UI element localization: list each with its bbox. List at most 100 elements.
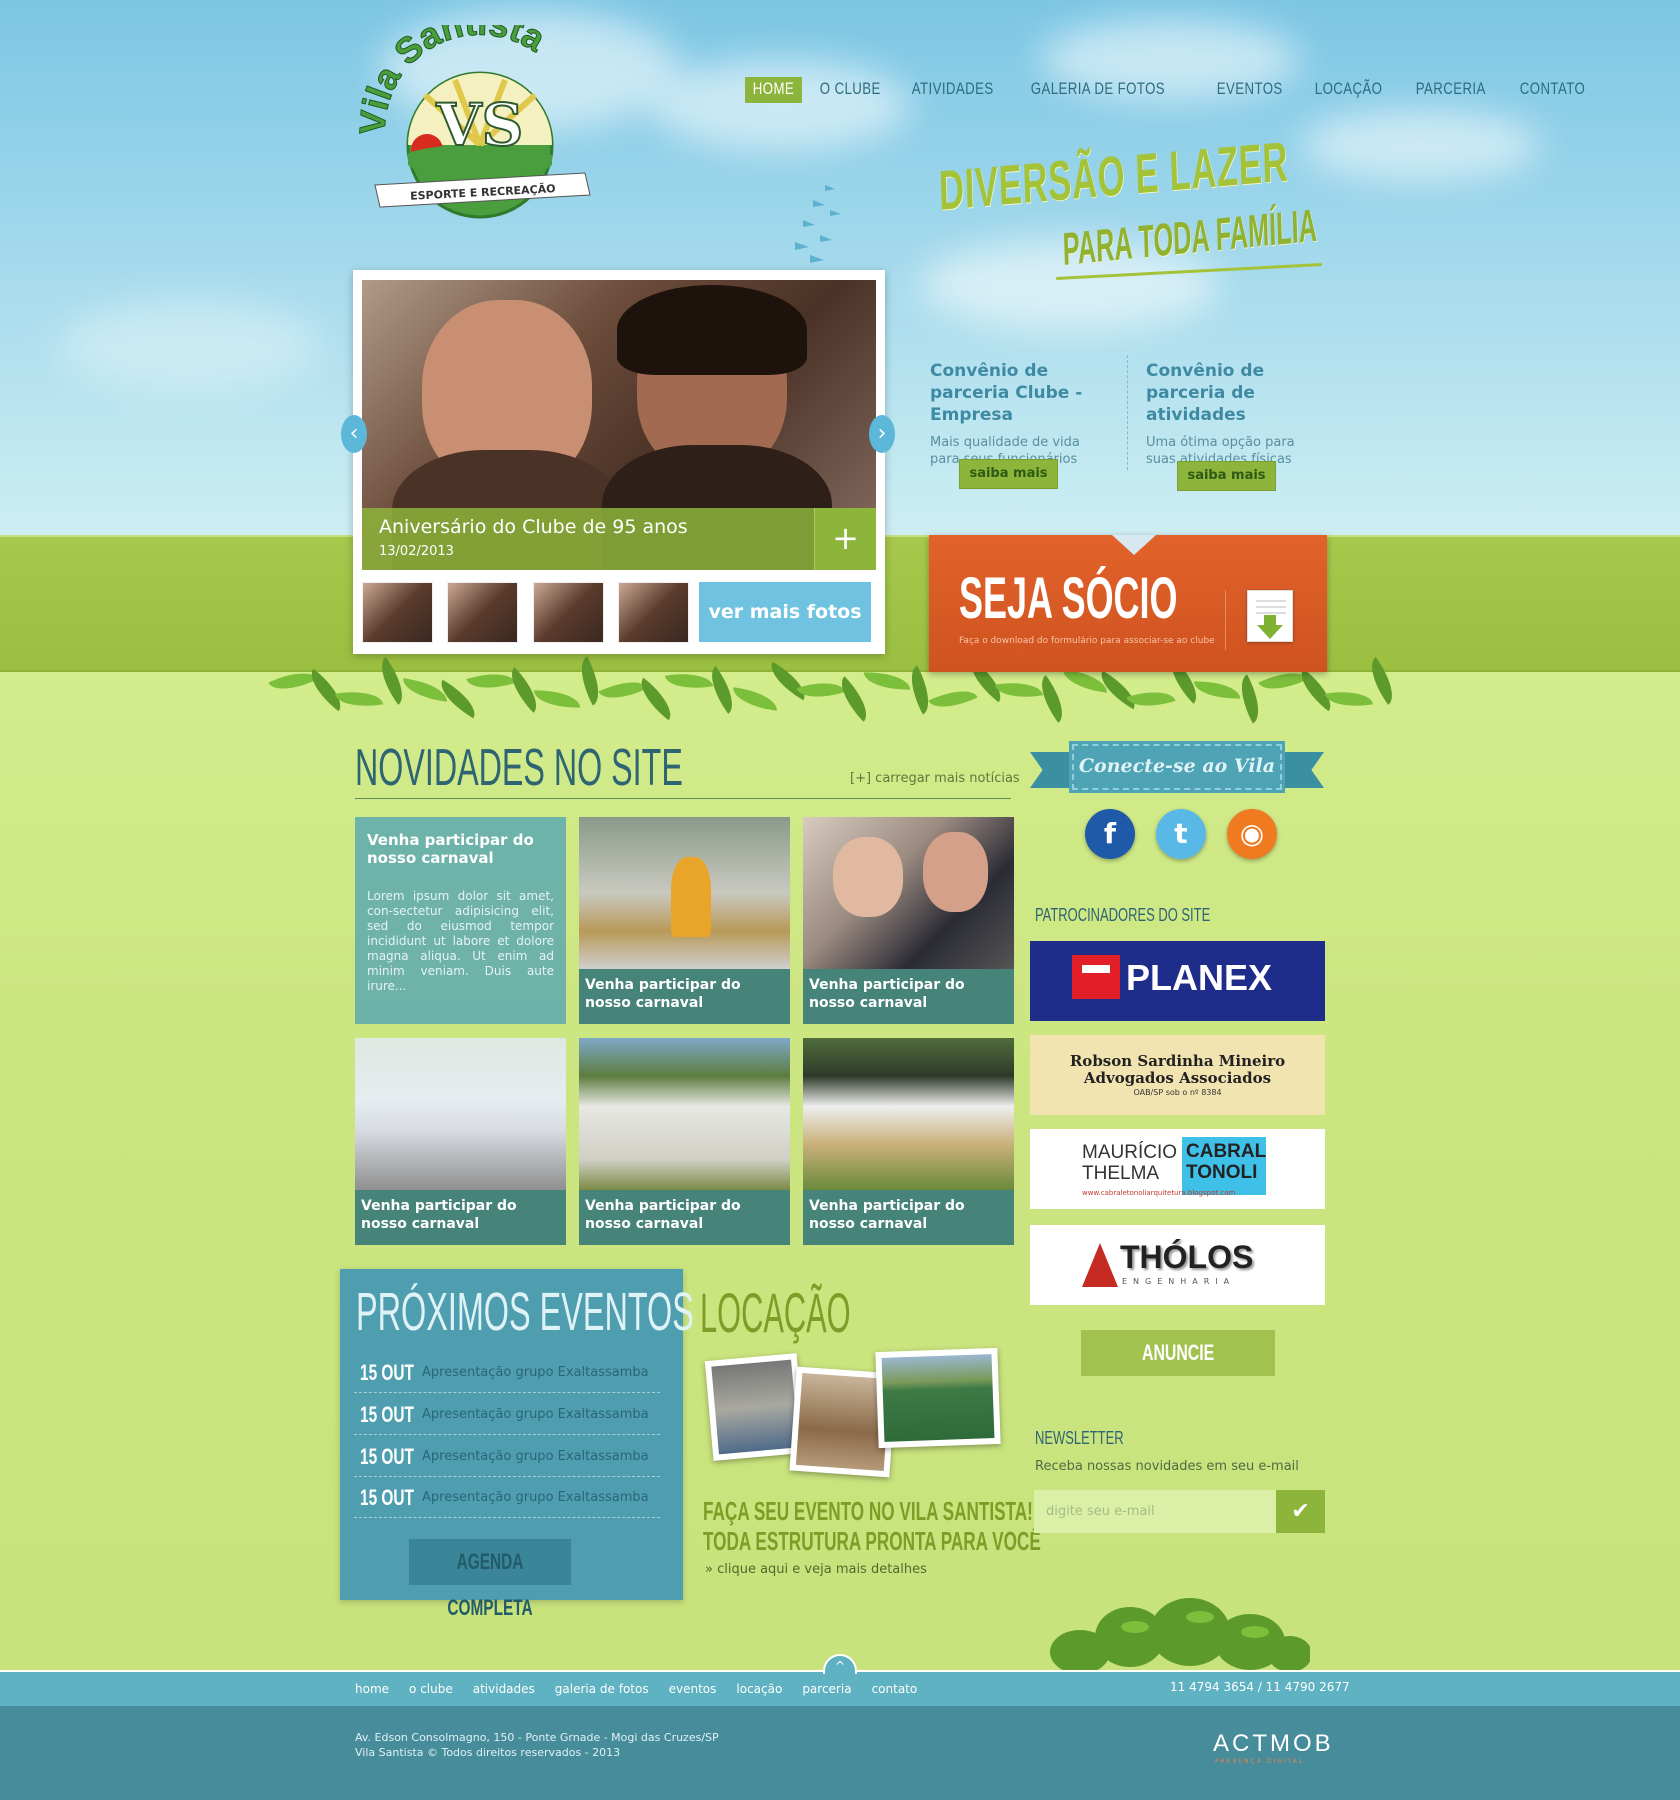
sponsor-cabral-url: www.cabraletonoliarquitetura.blogspot.co… (1082, 1189, 1236, 1197)
sponsor-cabral-line2: THELMA (1082, 1163, 1160, 1184)
slider-thumbnail[interactable] (447, 582, 518, 643)
twitter-icon[interactable]: t (1156, 809, 1206, 859)
news-card[interactable]: Venha participar do nosso carnaval (803, 1038, 1014, 1245)
news-card-featured[interactable]: Venha participar do nosso carnaval Lorem… (355, 817, 566, 1024)
vila-santista-logo[interactable]: VS Vila Santista ESPORTE E RECREAÇÃO (355, 25, 605, 235)
novidades-divider (355, 798, 1011, 799)
slider-plus-button[interactable]: + (814, 508, 876, 570)
nav-eventos[interactable]: EVENTOS (1209, 77, 1290, 103)
eventos-title: PRÓXIMOS EVENTOS (356, 1282, 694, 1342)
ver-mais-fotos-button[interactable]: ver mais fotos (699, 582, 871, 642)
footer-nav-atividades[interactable]: atividades (473, 1682, 535, 1696)
sponsor-cabral-tonoli[interactable]: MAURÍCIO THELMA CABRAL TONOLI www.cabral… (1030, 1129, 1325, 1209)
download-form-icon[interactable] (1247, 590, 1293, 642)
slider-prev-arrow-icon[interactable]: ‹ (341, 415, 367, 453)
nav-parceria[interactable]: PARCERIA (1408, 77, 1494, 103)
sponsor-planex[interactable]: PLANEX (1030, 941, 1325, 1021)
leaf-decoration (1324, 686, 1374, 712)
nav-galeria[interactable]: GALERIA DE FOTOS (1023, 77, 1173, 103)
event-date: 15 OUT (360, 1444, 414, 1469)
load-more-news-link[interactable]: [+] carregar mais notícias (850, 771, 1020, 786)
footer-nav-locacao[interactable]: locação (736, 1682, 782, 1696)
convenio-empresa: Convênio de parceria Clube - Empresa Mai… (930, 360, 1110, 468)
footer-nav-contato[interactable]: contato (872, 1682, 918, 1696)
saiba-mais-button-1[interactable]: saiba mais (959, 459, 1058, 489)
slider-thumbnail[interactable] (533, 582, 604, 643)
leaf-decoration (1031, 675, 1073, 723)
actmob-logo[interactable]: ACTMOB (1213, 1730, 1334, 1758)
event-desc: Apresentação grupo Exaltassamba (422, 1449, 649, 1464)
slider-thumbnail[interactable] (618, 582, 689, 643)
birds-icon (795, 185, 841, 263)
slider-next-arrow-icon[interactable]: › (869, 415, 895, 453)
event-row[interactable]: 15 OUT Apresentação grupo Exaltassamba (354, 1477, 660, 1518)
event-desc: Apresentação grupo Exaltassamba (422, 1365, 649, 1380)
locacao-details-link[interactable]: » clique aqui e veja mais detalhes (705, 1562, 927, 1577)
conecte-se-label: Conecte-se ao Vila (1078, 755, 1276, 777)
news-card[interactable]: Venha participar do nosso carnaval (803, 817, 1014, 1024)
locacao-heading-1: FAÇA SEU EVENTO NO VILA SANTISTA! (703, 1496, 1033, 1526)
footer-nav-o-clube[interactable]: o clube (409, 1682, 453, 1696)
slider-thumbnail[interactable] (362, 582, 433, 643)
leaf-decoration (664, 668, 714, 694)
rss-icon[interactable]: ◉ (1227, 809, 1277, 859)
newsletter-title: NEWSLETTER (1035, 1428, 1124, 1448)
footer-nav-parceria[interactable]: parceria (802, 1682, 851, 1696)
photo-slider: Aniversário do Clube de 95 anos 13/02/20… (353, 270, 885, 654)
news-card-title: Venha participar do nosso carnaval (355, 1190, 566, 1245)
convenio-atividades-title: Convênio de parceria de atividades (1146, 361, 1265, 425)
conecte-se-ribbon: Conecte-se ao Vila (1030, 741, 1324, 794)
nav-locacao[interactable]: LOCAÇÃO (1307, 77, 1390, 103)
proximos-eventos-panel: PRÓXIMOS EVENTOS 15 OUT Apresentação gru… (340, 1269, 694, 1620)
news-card-image (803, 1038, 1014, 1190)
event-desc: Apresentação grupo Exaltassamba (422, 1490, 649, 1505)
footer-nav-eventos[interactable]: eventos (669, 1682, 717, 1696)
event-date: 15 OUT (360, 1360, 414, 1385)
leaf-decoration (731, 687, 779, 711)
event-row[interactable]: 15 OUT Apresentação grupo Exaltassamba (354, 1352, 660, 1393)
news-card-title: Venha participar do nosso carnaval (803, 1190, 1014, 1245)
locacao-photo[interactable] (704, 1353, 806, 1461)
seja-socio-banner[interactable]: SEJA SÓCIO Faça o download do formulário… (929, 535, 1327, 672)
nav-atividades[interactable]: ATIVIDADES (904, 77, 1001, 103)
main-nav: HOME O CLUBE ATIVIDADES GALERIA DE FOTOS… (745, 77, 1610, 103)
saiba-mais-button-2[interactable]: saiba mais (1177, 461, 1276, 491)
slider-caption-date: 13/02/2013 (379, 544, 454, 559)
event-date: 15 OUT (360, 1485, 414, 1510)
nav-contato[interactable]: CONTATO (1512, 77, 1593, 103)
sponsor-cabral-line4: TONOLI (1186, 1162, 1258, 1183)
sponsor-tholos[interactable]: THÓLOS ENGENHARIA (1030, 1225, 1325, 1305)
facebook-icon[interactable]: f (1085, 809, 1135, 859)
nav-home[interactable]: HOME (745, 77, 802, 103)
news-card-image (579, 817, 790, 969)
news-card[interactable]: Venha participar do nosso carnaval (355, 1038, 566, 1245)
seja-socio-title: SEJA SÓCIO (959, 566, 1178, 631)
nav-o-clube[interactable]: O CLUBE (812, 77, 889, 103)
socio-divider (1225, 590, 1226, 650)
leaf-decoration (1193, 680, 1241, 700)
footer-nav-galeria[interactable]: galeria de fotos (555, 1682, 649, 1696)
convenio-empresa-title: Convênio de parceria Clube - Empresa (930, 361, 1083, 425)
newsletter-email-input[interactable] (1034, 1490, 1276, 1533)
news-card[interactable]: Venha participar do nosso carnaval (579, 817, 790, 1024)
bushes-decoration (1050, 1598, 1310, 1670)
news-card[interactable]: Venha participar do nosso carnaval (579, 1038, 790, 1245)
footer-nav-home[interactable]: home (355, 1682, 389, 1696)
newsletter-subtitle: Receba nossas novidades em seu e-mail (1035, 1459, 1299, 1474)
footer-address: Av. Edson Consolmagno, 150 - Ponte Grnad… (355, 1731, 719, 1744)
footer-copyright: Vila Santista © Todos direitos reservado… (355, 1746, 621, 1759)
sponsor-cabral-line1: MAURÍCIO (1082, 1142, 1177, 1163)
event-row[interactable]: 15 OUT Apresentação grupo Exaltassamba (354, 1436, 660, 1477)
agenda-completa-button[interactable]: AGENDA COMPLETA (409, 1539, 571, 1620)
sponsor-robson-sardinha[interactable]: Robson Sardinha Mineiro Advogados Associ… (1030, 1035, 1325, 1115)
sponsor-cabral-line3: CABRAL (1186, 1141, 1267, 1162)
anuncie-button[interactable]: ANUNCIE (1081, 1330, 1275, 1376)
leaf-decoration (928, 681, 978, 717)
patrocinadores-title: PATROCINADORES DO SITE (1035, 905, 1211, 925)
locacao-photo[interactable] (875, 1347, 1001, 1449)
leaf-decoration (598, 672, 648, 708)
newsletter-submit-check-icon[interactable]: ✔ (1276, 1490, 1325, 1533)
convenio-separator (1127, 355, 1128, 470)
event-row[interactable]: 15 OUT Apresentação grupo Exaltassamba (354, 1394, 660, 1435)
news-card-title: Venha participar do nosso carnaval (803, 969, 1014, 1024)
